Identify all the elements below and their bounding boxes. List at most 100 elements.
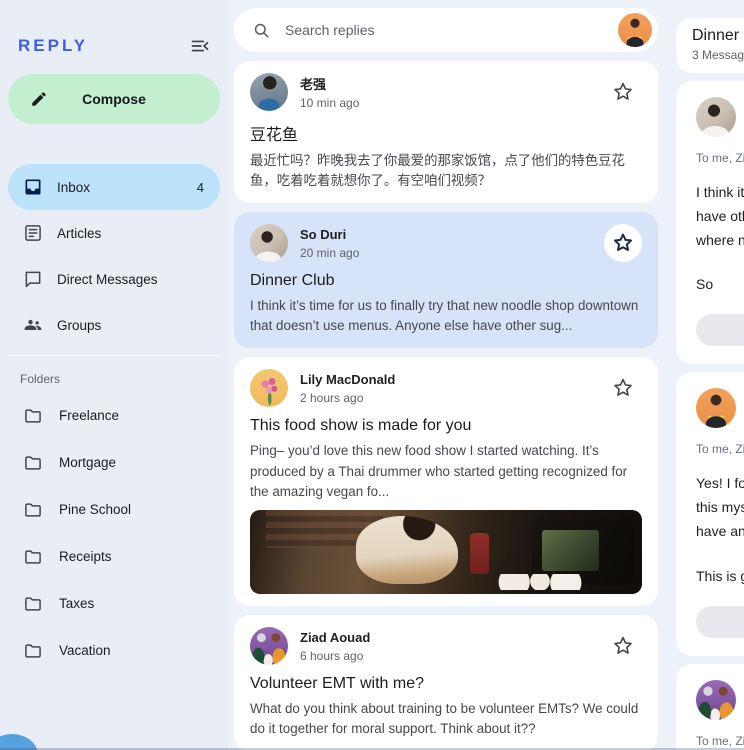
- sender-name: Lily MacDonald: [300, 372, 396, 388]
- inbox-icon: [23, 177, 43, 197]
- thread-title: Dinner Club: [692, 27, 744, 44]
- folder-icon: [23, 594, 43, 614]
- email-subject: This food show is made for you: [250, 417, 472, 435]
- email-header: Ziad Aouad 6 hours ago: [250, 626, 642, 665]
- folder-list: Freelance Mortgage Pine School Receipts: [0, 392, 228, 674]
- pencil-icon: [30, 90, 48, 108]
- thread-message: Ziad Aouad 2 min ago To me, Ziad Aouad H…: [676, 663, 744, 750]
- message-closing: This is going to be fun!: [696, 567, 744, 584]
- sidebar-item-freelance[interactable]: Freelance: [0, 392, 228, 439]
- compose-label: Compose: [82, 91, 146, 107]
- cooking-show-thumbnail: [250, 509, 642, 594]
- star-icon[interactable]: [604, 224, 642, 263]
- sender-name: Ziad Aouad: [300, 629, 371, 645]
- sidebar-item-receipts[interactable]: Receipts: [0, 533, 228, 580]
- navigation-sidebar: REPLY Compose Inbox 4 Articles Direct Me…: [0, 0, 228, 750]
- inbox-unread-count: 4: [196, 179, 204, 195]
- star-icon[interactable]: [604, 73, 642, 111]
- star-icon[interactable]: [604, 369, 642, 407]
- email-list-item[interactable]: 老强 10 min ago 豆花鱼 最近忙吗？昨晚我去了你最爱的那家饭馆，点了他…: [234, 61, 658, 204]
- email-preview: What do you think about training to be v…: [250, 700, 639, 736]
- reply-button[interactable]: [696, 605, 744, 638]
- sent-time: 10 min ago: [300, 96, 360, 110]
- nav-list: Inbox 4 Articles Direct Messages Groups: [0, 164, 228, 348]
- thumbnail-chef-figure: [355, 516, 458, 584]
- email-list-item[interactable]: Ziad Aouad 6 hours ago Volunteer EMT wit…: [234, 614, 658, 750]
- folder-icon: [23, 406, 43, 426]
- folder-label: Vacation: [59, 643, 111, 658]
- sidebar-item-label: Inbox: [57, 179, 91, 195]
- search-bar: [234, 8, 658, 52]
- thumbnail-dumplings-detail: [496, 573, 584, 591]
- star-icon[interactable]: [604, 627, 642, 665]
- reply-button[interactable]: [696, 314, 744, 347]
- app-logo: REPLY: [18, 36, 89, 55]
- sender-avatar: [250, 626, 288, 665]
- sidebar-item-groups[interactable]: Groups: [8, 302, 220, 348]
- sidebar-item-vacation[interactable]: Vacation: [0, 627, 228, 674]
- thread-header: Dinner Club 3 Messages: [676, 18, 744, 73]
- thumbnail-camera-screen: [542, 530, 599, 571]
- folders-heading: Folders: [20, 372, 61, 386]
- article-icon: [23, 223, 43, 243]
- sent-time: 2 hours ago: [300, 391, 364, 406]
- email-subject: Dinner Club: [250, 272, 335, 290]
- email-header: 老强 10 min ago: [250, 73, 642, 111]
- thumbnail-thermos-detail: [469, 533, 490, 574]
- compose-button[interactable]: Compose: [8, 74, 220, 124]
- reply-app-window: REPLY Compose Inbox 4 Articles Direct Me…: [0, 0, 744, 750]
- sidebar-item-label: Articles: [57, 225, 102, 241]
- sidebar-item-label: Groups: [57, 317, 102, 333]
- folder-label: Receipts: [59, 549, 112, 564]
- sender-avatar: [696, 388, 736, 429]
- email-header: So Duri 20 min ago: [250, 224, 642, 263]
- sidebar-divider: [8, 355, 220, 356]
- email-preview: Ping– you’d love this new food show I st…: [250, 443, 628, 499]
- message-body: I think it’s time for us to finally try …: [696, 184, 744, 248]
- folder-icon: [23, 453, 43, 473]
- menu-open-icon[interactable]: [190, 36, 210, 56]
- sender-name: 老强: [300, 77, 327, 92]
- sender-avatar: [250, 369, 288, 408]
- email-subject: 豆花鱼: [250, 127, 299, 144]
- thread-panel: Dinner Club 3 Messages So Duri 20 min ag…: [664, 0, 744, 750]
- sender-avatar: [250, 73, 288, 111]
- search-icon: [252, 21, 271, 40]
- email-header: Lily MacDonald 2 hours ago: [250, 369, 642, 408]
- folder-label: Freelance: [59, 408, 120, 423]
- thread-message: Me 4 min ago To me, Ziad Aouad Yes! I fo…: [676, 372, 744, 656]
- sidebar-item-pine-school[interactable]: Pine School: [0, 486, 228, 533]
- sidebar-item-label: Direct Messages: [57, 271, 158, 287]
- sidebar-item-direct-messages[interactable]: Direct Messages: [8, 256, 220, 302]
- sidebar-item-inbox[interactable]: Inbox 4: [8, 164, 220, 210]
- folder-label: Mortgage: [59, 455, 117, 470]
- search-input[interactable]: [285, 22, 604, 38]
- message-closing: So: [696, 276, 714, 293]
- sidebar-item-mortgage[interactable]: Mortgage: [0, 439, 228, 486]
- email-list-item-selected[interactable]: So Duri 20 min ago Dinner Club I think i…: [234, 212, 658, 349]
- folder-label: Taxes: [59, 596, 95, 611]
- profile-avatar[interactable]: [618, 13, 652, 47]
- email-subject: Volunteer EMT with me?: [250, 674, 425, 692]
- message-recipients: To me, Ziad Aouad: [696, 151, 744, 165]
- email-list-column: 老强 10 min ago 豆花鱼 最近忙吗？昨晚我去了你最爱的那家饭馆，点了他…: [228, 0, 664, 750]
- email-preview: I think it’s time for us to finally try …: [250, 298, 639, 334]
- email-list-item[interactable]: Lily MacDonald 2 hours ago This food sho…: [234, 357, 658, 606]
- sidebar-item-articles[interactable]: Articles: [8, 210, 220, 256]
- folder-icon: [23, 500, 43, 520]
- folder-label: Pine School: [59, 502, 132, 517]
- thread-message: So Duri 20 min ago To me, Ziad Aouad I t…: [676, 81, 744, 365]
- sender-avatar: [696, 679, 736, 720]
- chat-bubble-icon: [23, 269, 43, 289]
- sender-avatar: [250, 224, 288, 263]
- sidebar-item-taxes[interactable]: Taxes: [0, 580, 228, 627]
- sender-avatar: [696, 97, 736, 137]
- sent-time: 6 hours ago: [300, 648, 364, 663]
- sent-time: 20 min ago: [300, 246, 360, 261]
- message-body: Yes! I forgot about that place! I’m defi…: [696, 475, 744, 539]
- thread-message-count: 3 Messages: [692, 48, 744, 62]
- folder-icon: [23, 641, 43, 661]
- groups-icon: [23, 315, 43, 335]
- folder-icon: [23, 547, 43, 567]
- message-recipients: To me, Ziad Aouad: [696, 442, 744, 457]
